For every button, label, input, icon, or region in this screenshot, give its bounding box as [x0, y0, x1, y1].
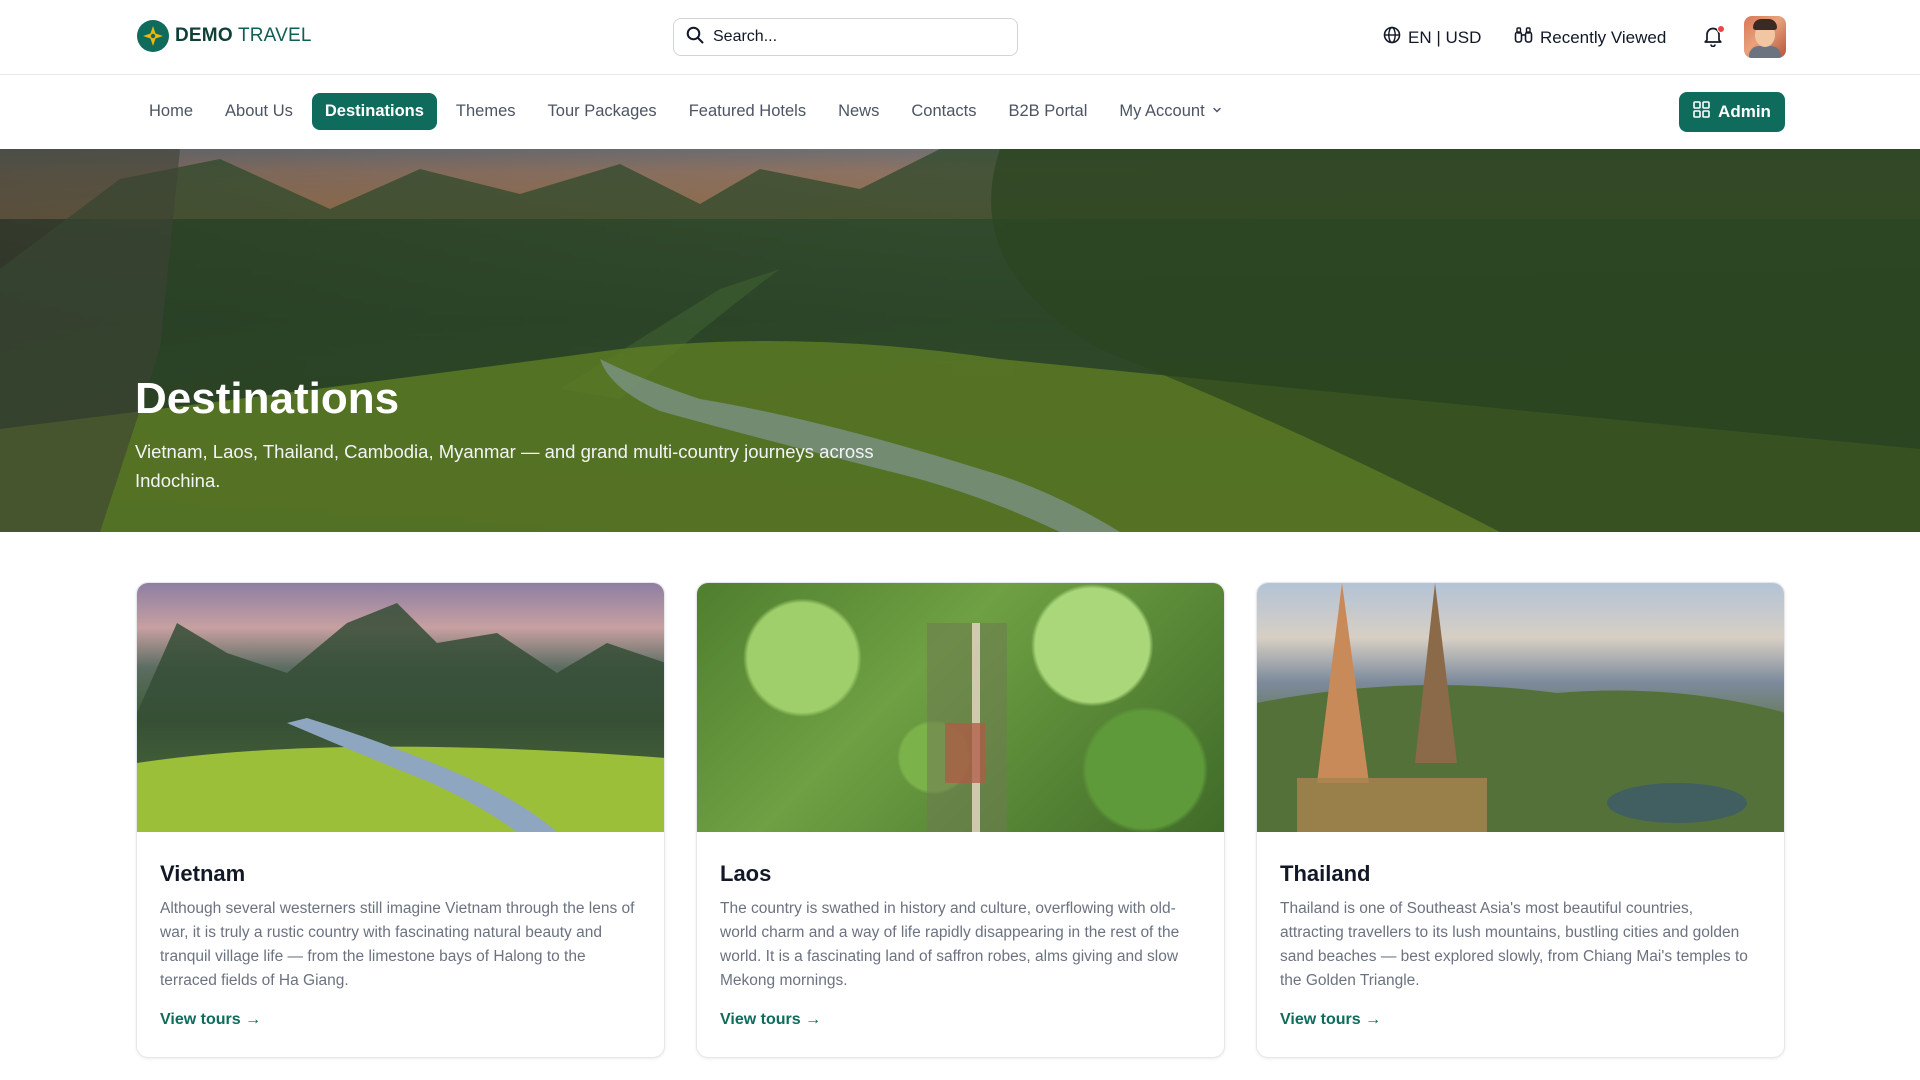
grid-icon	[1693, 101, 1710, 123]
recently-viewed-button[interactable]: Recently Viewed	[1514, 26, 1666, 49]
logo-compass-icon	[137, 20, 169, 52]
recently-viewed-label: Recently Viewed	[1540, 27, 1667, 47]
nav-featured-hotels[interactable]: Featured Hotels	[676, 93, 819, 130]
nav-b2b-portal[interactable]: B2B Portal	[995, 93, 1100, 130]
destination-card-laos[interactable]: Laos The country is swathed in history a…	[696, 582, 1225, 1058]
nav-contacts[interactable]: Contacts	[898, 93, 989, 130]
chevron-down-icon	[1211, 102, 1223, 121]
nav-about-us[interactable]: About Us	[212, 93, 306, 130]
destination-card-thailand[interactable]: Thailand Thailand is one of Southeast As…	[1256, 582, 1785, 1058]
vietnam-image	[137, 583, 664, 832]
page-title: Destinations	[135, 374, 400, 423]
nav-news[interactable]: News	[825, 93, 892, 130]
notification-dot	[1717, 25, 1725, 33]
binoculars-icon	[1514, 26, 1533, 49]
view-tours-link[interactable]: View tours →	[720, 1011, 821, 1029]
search-box[interactable]	[673, 18, 1018, 56]
nav-destinations[interactable]: Destinations	[311, 93, 437, 130]
hero-banner: Destinations Vietnam, Laos, Thailand, Ca…	[0, 149, 1920, 532]
locale-switcher[interactable]: EN | USD	[1383, 26, 1481, 49]
card-description: The country is swathed in history and cu…	[720, 900, 1180, 989]
page-subtitle: Vietnam, Laos, Thailand, Cambodia, Myanm…	[135, 441, 874, 491]
nav-tour-packages[interactable]: Tour Packages	[535, 93, 670, 130]
destination-card-vietnam[interactable]: Vietnam Although several westerners stil…	[136, 582, 665, 1058]
brand-name: DEMO TRAVEL	[175, 25, 312, 46]
bell-icon	[1703, 27, 1723, 51]
notifications-button[interactable]	[1703, 25, 1725, 49]
card-title: Thailand	[1280, 861, 1371, 886]
main-nav: Home About Us Destinations Themes Tour P…	[136, 93, 1236, 130]
top-header: DEMO TRAVEL EN | USD Recently Viewed	[0, 0, 1920, 75]
view-tours-link[interactable]: View tours →	[1280, 1011, 1381, 1029]
nav-home[interactable]: Home	[136, 93, 206, 130]
nav-my-account[interactable]: My Account	[1106, 93, 1235, 130]
view-tours-link[interactable]: View tours →	[160, 1011, 261, 1029]
user-avatar[interactable]	[1744, 16, 1786, 58]
destination-cards: Vietnam Although several westerners stil…	[136, 582, 1786, 1058]
thailand-image	[1257, 583, 1784, 832]
search-input[interactable]	[713, 28, 993, 46]
locale-label: EN | USD	[1408, 27, 1482, 47]
admin-button[interactable]: Admin	[1679, 92, 1785, 132]
search-icon	[686, 26, 704, 49]
globe-icon	[1383, 26, 1401, 49]
main-nav-bar: Home About Us Destinations Themes Tour P…	[0, 76, 1920, 149]
brand-logo[interactable]: DEMO TRAVEL	[137, 20, 312, 52]
card-title: Laos	[720, 861, 772, 886]
laos-image	[697, 583, 1224, 832]
nav-themes[interactable]: Themes	[443, 93, 529, 130]
card-title: Vietnam	[160, 861, 246, 886]
card-description: Although several westerners still imagin…	[160, 900, 635, 989]
card-description: Thailand is one of Southeast Asia's most…	[1280, 900, 1748, 989]
